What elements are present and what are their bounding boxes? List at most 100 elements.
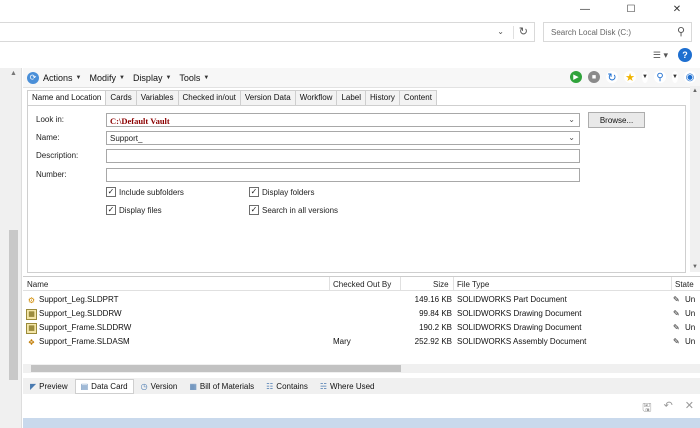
column-divider[interactable] [671,277,672,291]
column-size[interactable]: Size [433,280,449,289]
start-search-icon[interactable]: ▶ [570,71,582,83]
tab-preview[interactable]: ◤ Preview [25,380,73,393]
tab-checked-in-out[interactable]: Checked in/out [177,90,241,105]
browse-button[interactable]: Browse... [588,112,645,128]
column-name[interactable]: Name [27,280,48,289]
tab-where-used[interactable]: ☵ Where Used [315,380,380,393]
column-checked-out-by[interactable]: Checked Out By [333,280,391,289]
look-in-field[interactable]: C:\Default Vault ⌄ [106,113,580,127]
checkbox-icon[interactable]: ✓ [249,187,259,197]
column-state[interactable]: State [675,280,694,289]
tab-version-data[interactable]: Version Data [239,90,296,105]
description-field[interactable] [106,149,580,163]
search-all-versions-checkbox[interactable]: ✓ Search in all versions [249,205,338,215]
column-divider[interactable] [329,277,330,291]
file-type: SOLIDWORKS Part Document [457,295,567,304]
results-horizontal-scrollbar[interactable] [23,364,700,373]
help-icon[interactable]: ? [678,48,692,62]
search-icon[interactable]: ⚲ [677,25,685,38]
include-subfolders-checkbox[interactable]: ✓ Include subfolders [106,187,184,197]
file-name: Support_Leg.SLDPRT [39,295,119,304]
minimize-button[interactable]: — [562,0,608,18]
checked-out-by: Mary [333,337,351,346]
search-input[interactable]: Search Local Disk (C:) [551,28,631,37]
tab-content[interactable]: Content [398,90,437,105]
number-label: Number: [36,170,67,179]
view-list-icon[interactable]: ☰ ▾ [653,50,668,61]
part-file-icon: ⚙ [27,296,36,305]
results-list: Name Checked Out By Size File Type State… [23,276,700,364]
refresh-icon[interactable]: ↻ [519,25,528,38]
table-row[interactable]: ▦ Support_Frame.SLDDRW 190.2 KB SOLIDWOR… [23,321,700,335]
menu-tools[interactable]: Tools ▼ [179,73,209,83]
menu-display[interactable]: Display ▼ [133,73,171,83]
tab-label[interactable]: Label [336,90,367,105]
file-size: 252.92 KB [414,337,452,346]
zoom-search-icon[interactable]: ⚲ [654,71,666,83]
display-files-label: Display files [119,205,162,215]
tab-variables[interactable]: Variables [135,90,179,105]
description-label: Description: [36,151,79,160]
tab-workflow[interactable]: Workflow [294,90,338,105]
column-divider[interactable] [400,277,401,291]
close-button[interactable]: ✕ [654,0,700,18]
close-icon[interactable]: ✕ [685,399,694,418]
checkbox-icon[interactable]: ✓ [106,205,116,215]
chevron-down-icon[interactable]: ⌄ [568,115,575,124]
name-value: Support_ [110,134,143,143]
tab-name-and-location[interactable]: Name and Location [27,90,107,106]
tab-history[interactable]: History [365,90,400,105]
navigation-pane-scrollbar[interactable]: ▲ [0,68,22,428]
tab-data-card-label: Data Card [91,381,128,391]
column-divider[interactable] [453,277,454,291]
scroll-up-icon[interactable]: ▲ [10,70,17,77]
data-card-icon: ▤ [80,381,89,391]
tab-data-card[interactable]: ▤ Data Card [74,378,134,394]
save-icon[interactable]: 🖫 [642,399,651,418]
bill-of-materials-icon: ▦ [189,381,197,391]
tab-version[interactable]: ◷ Version [136,380,183,393]
scroll-thumb[interactable] [9,230,18,380]
checkbox-icon[interactable]: ✓ [249,205,259,215]
refresh-icon[interactable]: ↻ [606,71,618,84]
stop-search-icon[interactable]: ■ [588,71,600,83]
name-field[interactable]: Support_ ⌄ [106,131,580,145]
chevron-down-icon[interactable]: ⌄ [497,27,504,36]
menu-modify[interactable]: Modify ▼ [89,73,124,83]
toolbar-actions: ▶ ■ ↻ ★ ▼ ⚲ ▼ ◉ [570,71,696,84]
tab-bill-of-materials[interactable]: ▦ Bill of Materials [184,380,259,393]
scroll-thumb[interactable] [31,365,401,372]
column-file-type[interactable]: File Type [457,280,489,289]
vault-view-icon[interactable]: ◉ [684,71,696,83]
file-type: SOLIDWORKS Drawing Document [457,309,582,318]
undo-icon[interactable]: ↶ [664,399,673,418]
chevron-down-icon: ▼ [203,74,210,81]
tab-contains[interactable]: ☷ Contains [261,380,313,393]
table-row[interactable]: ❖ Support_Frame.SLDASM Mary 252.92 KB SO… [23,335,700,349]
form-scrollbar[interactable]: ▲ ▼ [690,86,700,272]
tab-cards[interactable]: Cards [105,90,137,105]
maximize-button[interactable]: ☐ [608,0,654,18]
include-subfolders-label: Include subfolders [119,187,184,197]
scroll-up-icon[interactable]: ▲ [692,88,698,94]
search-box[interactable]: Search Local Disk (C:) ⚲ [543,22,692,42]
chevron-down-icon[interactable]: ▼ [642,71,648,83]
display-folders-checkbox[interactable]: ✓ Display folders [249,187,314,197]
tab-where-used-label: Where Used [330,381,375,391]
number-field[interactable] [106,168,580,182]
address-bar[interactable]: ⌄ ↻ [0,22,535,42]
file-name: Support_Frame.SLDASM [39,337,130,346]
menu-actions[interactable]: Actions ▼ [43,73,81,83]
scroll-down-icon[interactable]: ▼ [692,264,698,270]
chevron-down-icon[interactable]: ▼ [672,71,678,83]
display-files-checkbox[interactable]: ✓ Display files [106,205,162,215]
chevron-down-icon[interactable]: ⌄ [568,133,575,142]
checkbox-icon[interactable]: ✓ [106,187,116,197]
file-type: SOLIDWORKS Drawing Document [457,323,582,332]
file-type: SOLIDWORKS Assembly Document [457,337,587,346]
table-row[interactable]: ⚙ Support_Leg.SLDPRT 149.16 KB SOLIDWORK… [23,293,700,307]
where-used-icon: ☵ [319,381,328,391]
favorites-icon[interactable]: ★ [624,71,636,84]
file-state: Un [685,309,696,318]
table-row[interactable]: ▦ Support_Leg.SLDDRW 99.84 KB SOLIDWORKS… [23,307,700,321]
